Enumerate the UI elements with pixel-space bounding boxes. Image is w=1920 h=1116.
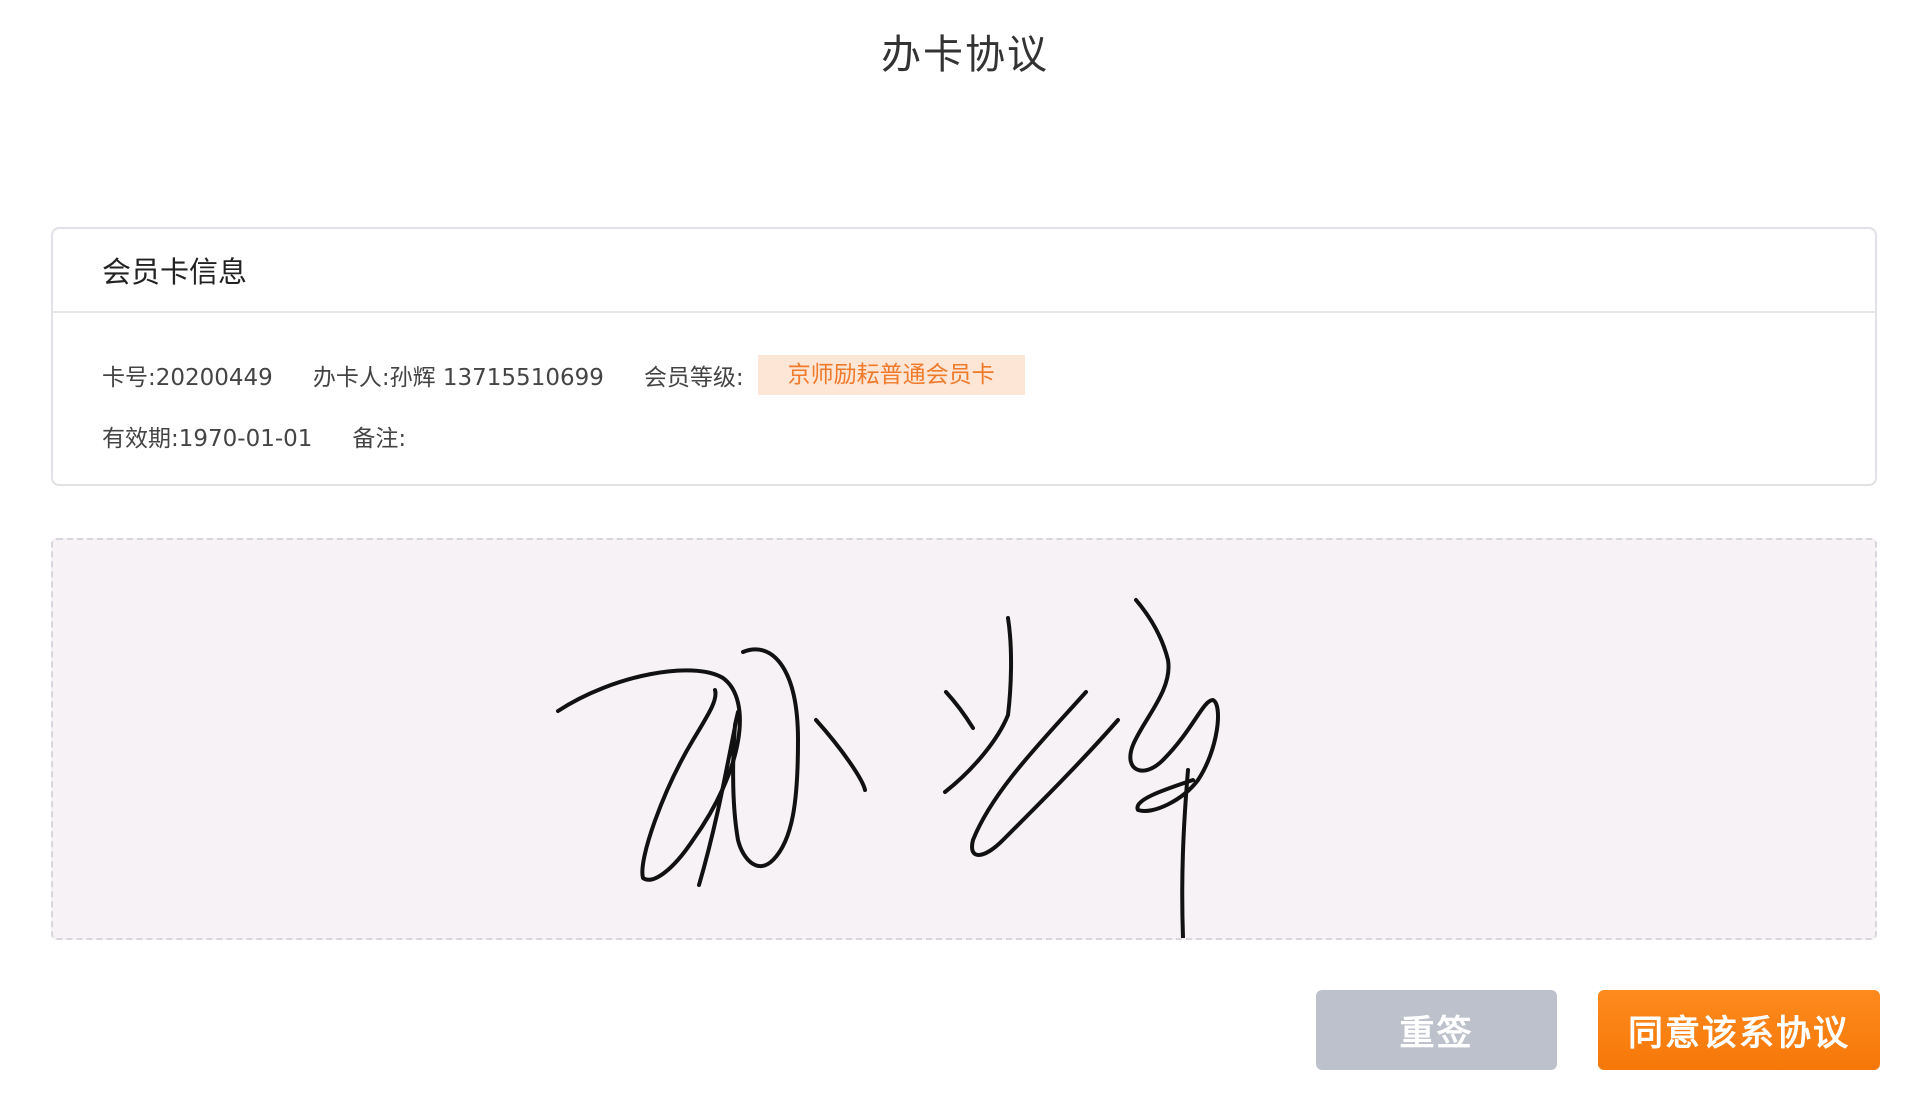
card-agreement-page: 办卡协议 会员卡信息 卡号:20200449 办卡人:孙辉 1371551069… <box>0 0 1920 1116</box>
signature-stroke <box>814 718 867 792</box>
signature-stroke <box>556 668 742 882</box>
signature-strokes <box>556 598 1220 938</box>
signature-stroke <box>944 690 975 730</box>
signature-stroke <box>697 647 800 887</box>
card-number: 卡号:20200449 <box>102 365 273 391</box>
member-card-info-panel: 会员卡信息 卡号:20200449 办卡人:孙辉 13715510699 会员等… <box>51 227 1877 486</box>
member-level-badge: 京师励耘普通会员卡 <box>757 355 1025 395</box>
card-info-row-1: 卡号:20200449 办卡人:孙辉 13715510699 会员等级: 京师励… <box>102 355 1025 395</box>
page-title: 办卡协议 <box>881 32 1049 78</box>
signature-stroke <box>1128 598 1171 773</box>
expiry-date: 有效期:1970-01-01 <box>102 426 313 452</box>
card-info-row-2: 有效期:1970-01-01 备注: <box>102 421 407 452</box>
remark: 备注: <box>352 426 407 452</box>
member-level-label: 会员等级: <box>643 365 744 391</box>
signature-pad[interactable] <box>51 538 1877 940</box>
signature-stroke <box>970 690 1120 857</box>
card-holder: 办卡人:孙辉 13715510699 <box>312 365 604 391</box>
agree-agreement-button[interactable]: 同意该系协议 <box>1598 990 1880 1070</box>
card-info-header: 会员卡信息 <box>53 229 1875 313</box>
resign-button[interactable]: 重签 <box>1316 990 1557 1070</box>
